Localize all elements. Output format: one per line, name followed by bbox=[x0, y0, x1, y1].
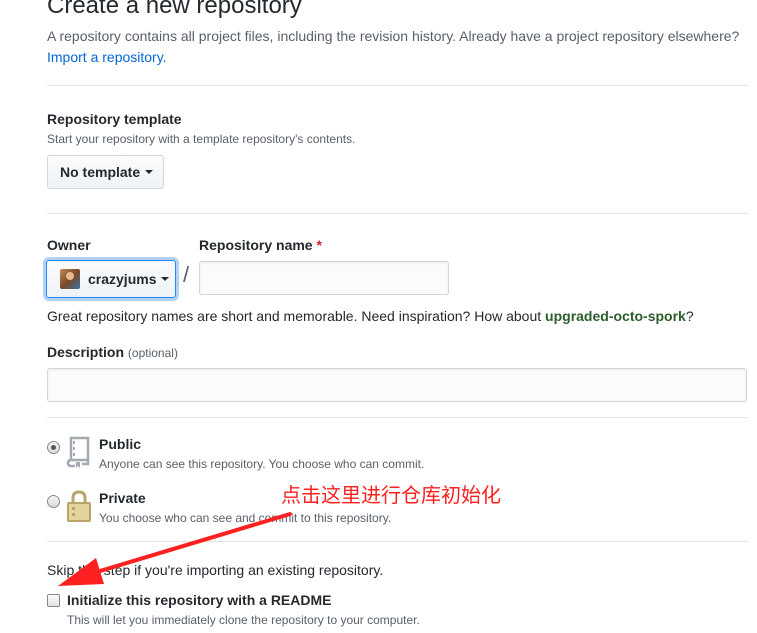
annotation-arrow bbox=[58, 512, 292, 586]
annotation-text: 点击这里进行仓库初始化 bbox=[281, 483, 501, 507]
